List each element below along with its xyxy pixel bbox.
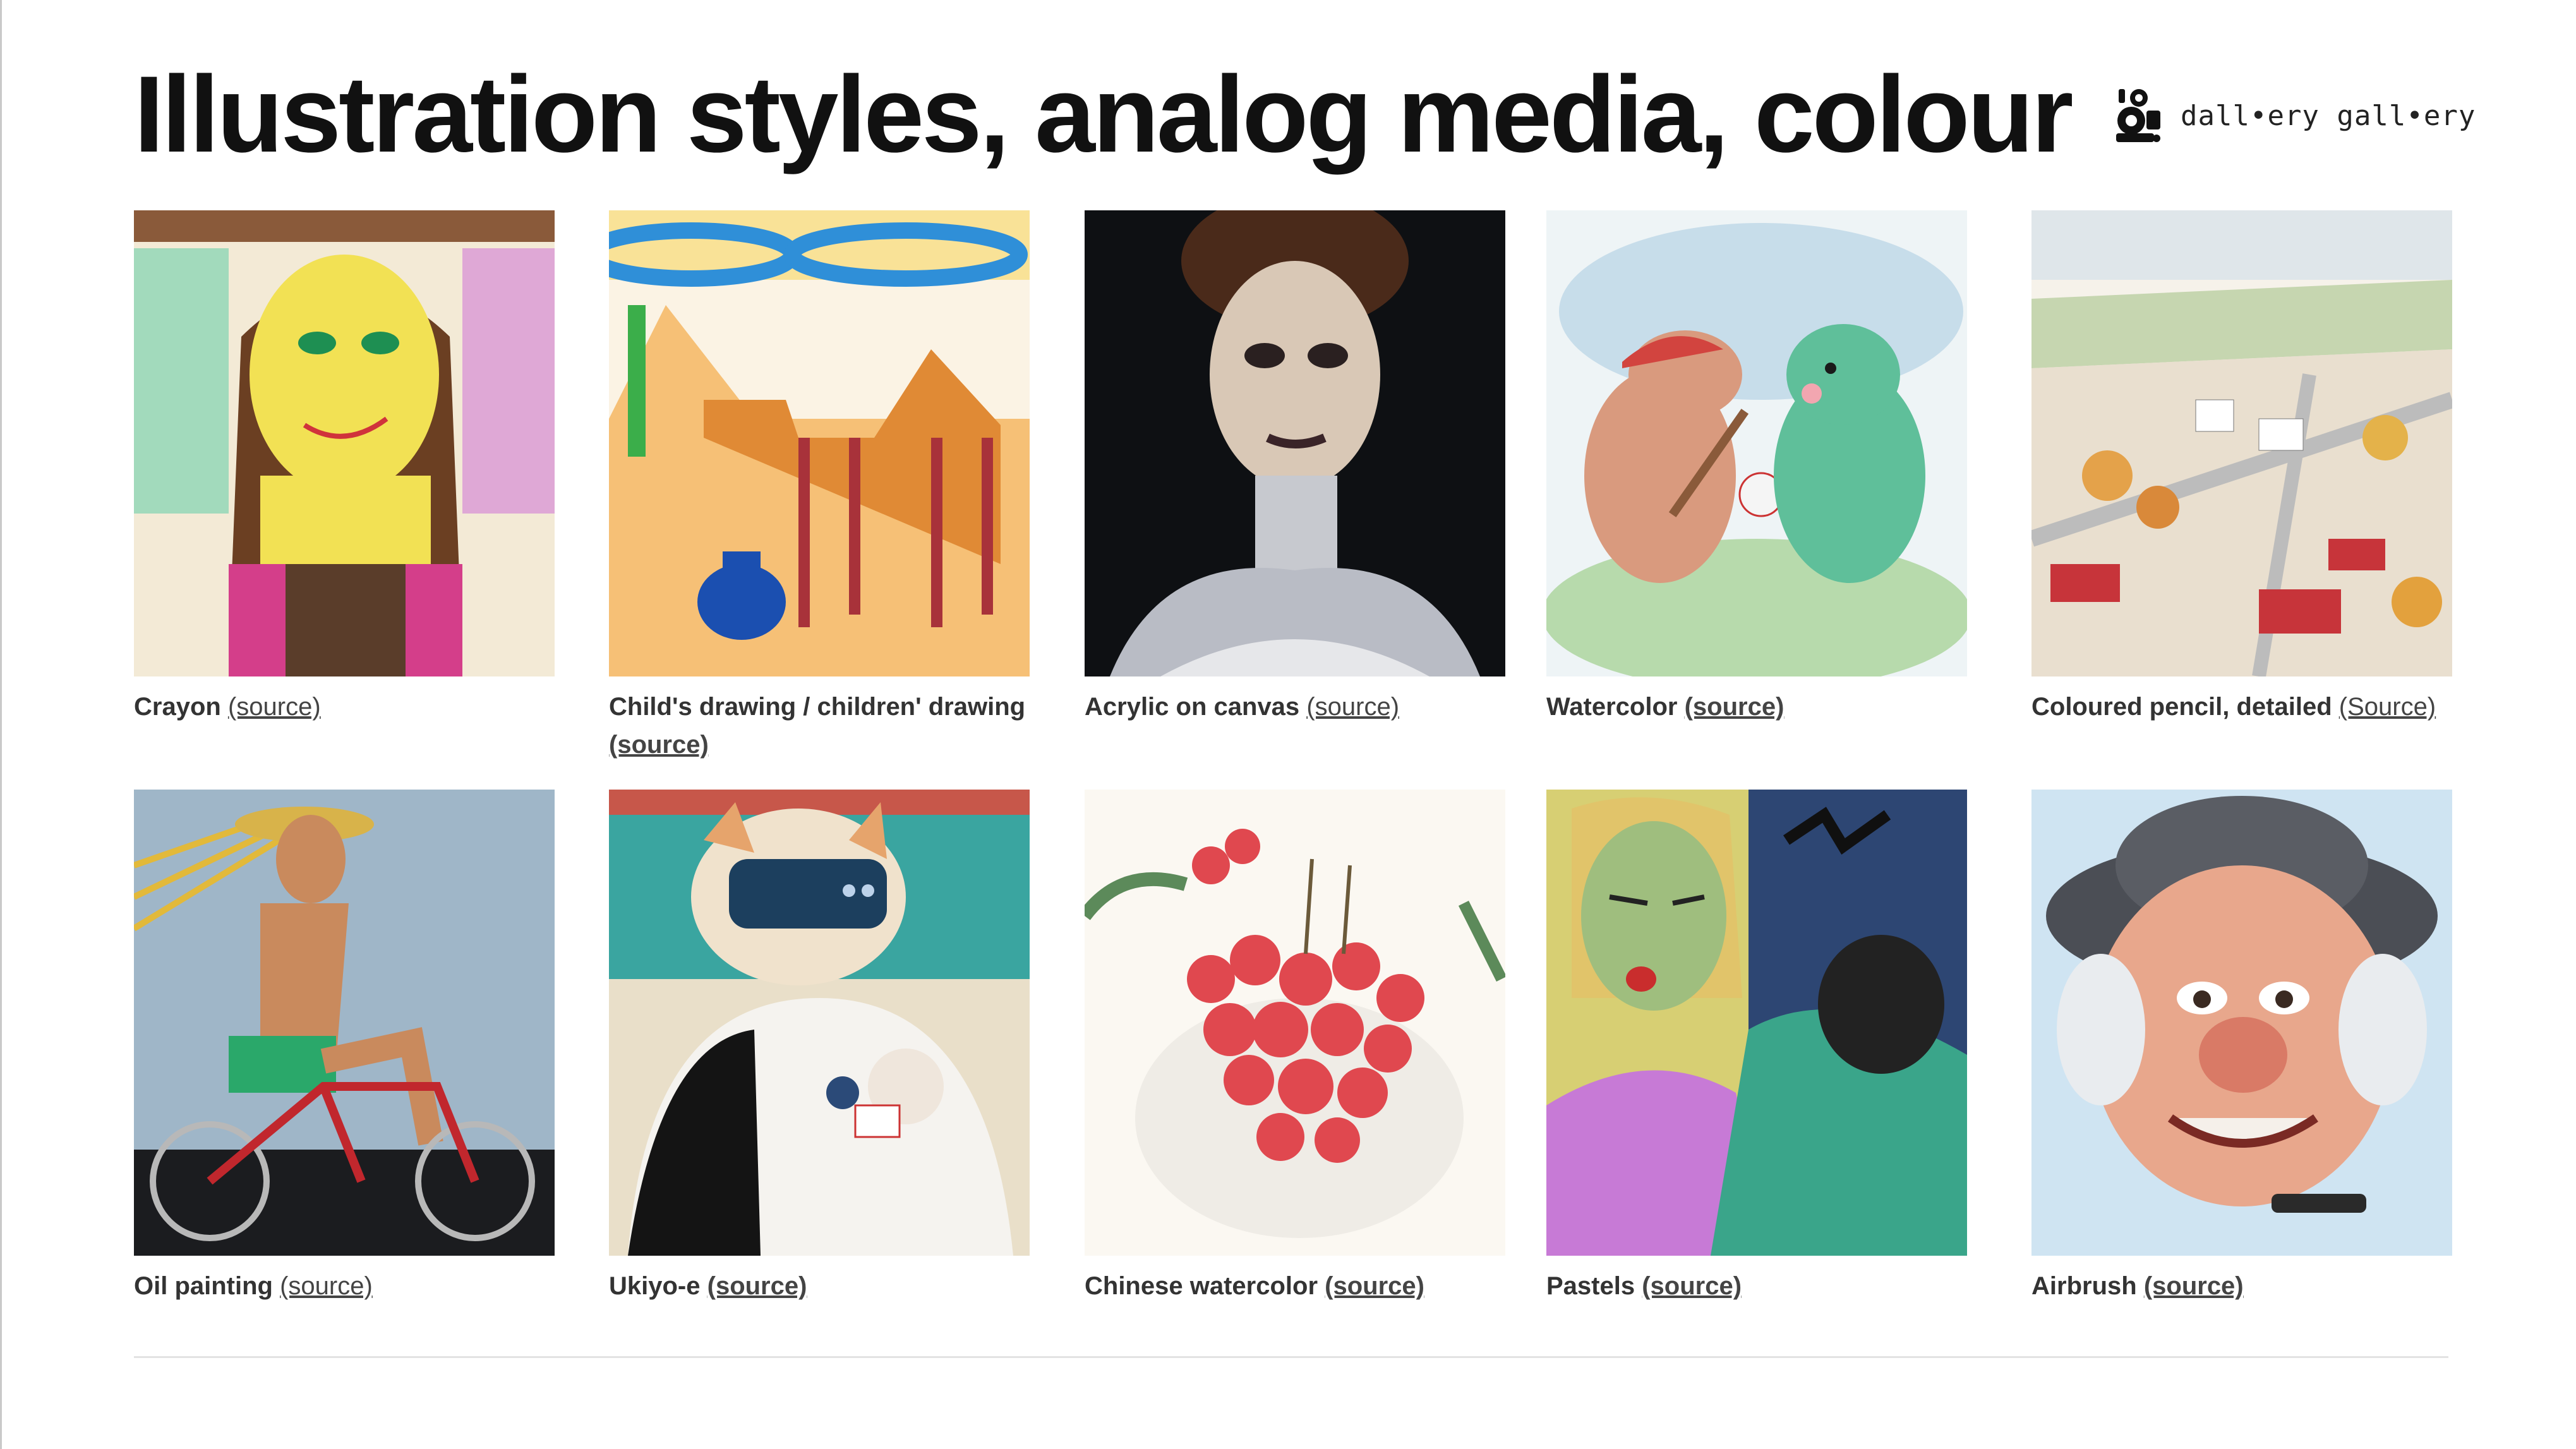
coloured-pencil-village-image[interactable]: [2031, 210, 2452, 676]
acrylic-portrait-image[interactable]: [1085, 210, 1505, 676]
caption-text: Acrylic on canvas: [1085, 693, 1300, 721]
caption-text: Chinese watercolor: [1085, 1272, 1318, 1300]
gallery-tile-acrylic: Acrylic on canvas (source): [1085, 210, 1505, 726]
watercolor-dinosaurs-image[interactable]: [1546, 210, 1967, 676]
tile-caption: Watercolor (source): [1546, 688, 1967, 726]
tile-caption: Pastels (source): [1546, 1267, 1967, 1305]
caption-text: Crayon: [134, 693, 221, 721]
source-link[interactable]: (source): [1685, 693, 1785, 721]
dallery-logo-icon: [2116, 89, 2160, 142]
source-link[interactable]: (source): [1325, 1272, 1424, 1300]
brand-name: dall•ery gall•ery: [2181, 99, 2476, 132]
gallery-tile-chinese-watercolor: Chinese watercolor (source): [1085, 790, 1505, 1305]
tile-caption: Oil painting (source): [134, 1267, 555, 1305]
source-link[interactable]: (Source): [2339, 693, 2436, 721]
tile-caption: Airbrush (source): [2031, 1267, 2452, 1305]
caption-text: Ukiyo-e: [609, 1272, 701, 1300]
source-link[interactable]: (source): [609, 731, 709, 759]
crayon-portrait-image[interactable]: [134, 210, 555, 676]
caption-text: Airbrush: [2031, 1272, 2137, 1300]
caption-text: Child's drawing / children' drawing: [609, 693, 1026, 721]
tile-caption: Acrylic on canvas (source): [1085, 688, 1505, 726]
gallery-tile-airbrush: Airbrush (source): [2031, 790, 2452, 1305]
source-link[interactable]: (source): [1306, 693, 1399, 721]
tile-caption: Ukiyo-e (source): [609, 1267, 1030, 1305]
oil-painting-cyclist-image[interactable]: [134, 790, 555, 1256]
gallery-tile-watercolor: Watercolor (source): [1546, 210, 1967, 726]
source-link[interactable]: (source): [228, 693, 321, 721]
tile-caption: Child's drawing / children' drawing (sou…: [609, 688, 1030, 764]
source-link[interactable]: (source): [1642, 1272, 1742, 1300]
brand-header[interactable]: dall•ery gall•ery: [2110, 85, 2476, 146]
caption-text: Watercolor: [1546, 693, 1678, 721]
page-title: Illustration styles, analog media, colou…: [134, 54, 2074, 175]
bottom-divider: [134, 1356, 2448, 1358]
caption-text: Pastels: [1546, 1272, 1635, 1300]
chinese-watercolor-lychee-image[interactable]: [1085, 790, 1505, 1256]
source-link[interactable]: (source): [280, 1272, 373, 1300]
tile-caption: Crayon (source): [134, 688, 555, 726]
ukiyo-e-cat-image[interactable]: [609, 790, 1030, 1256]
source-link[interactable]: (source): [2144, 1272, 2244, 1300]
gallery-tile-childs-drawing: Child's drawing / children' drawing (sou…: [609, 210, 1030, 764]
gallery-tile-coloured-pencil: Coloured pencil, detailed (Source): [2031, 210, 2452, 726]
caption-text: Coloured pencil, detailed: [2031, 693, 2332, 721]
tile-caption: Coloured pencil, detailed (Source): [2031, 688, 2452, 726]
airbrush-caricature-image[interactable]: [2031, 790, 2452, 1256]
childs-drawing-camel-image[interactable]: [609, 210, 1030, 676]
left-edge-divider: [0, 0, 2, 1449]
gallery-tile-ukiyo-e: Ukiyo-e (source): [609, 790, 1030, 1305]
caption-text: Oil painting: [134, 1272, 273, 1300]
gallery-tile-pastels: Pastels (source): [1546, 790, 1967, 1305]
gallery-tile-crayon: Crayon (source): [134, 210, 555, 726]
pastels-portrait-image[interactable]: [1546, 790, 1967, 1256]
tile-caption: Chinese watercolor (source): [1085, 1267, 1505, 1305]
gallery-tile-oil-painting: Oil painting (source): [134, 790, 555, 1305]
source-link[interactable]: (source): [707, 1272, 807, 1300]
